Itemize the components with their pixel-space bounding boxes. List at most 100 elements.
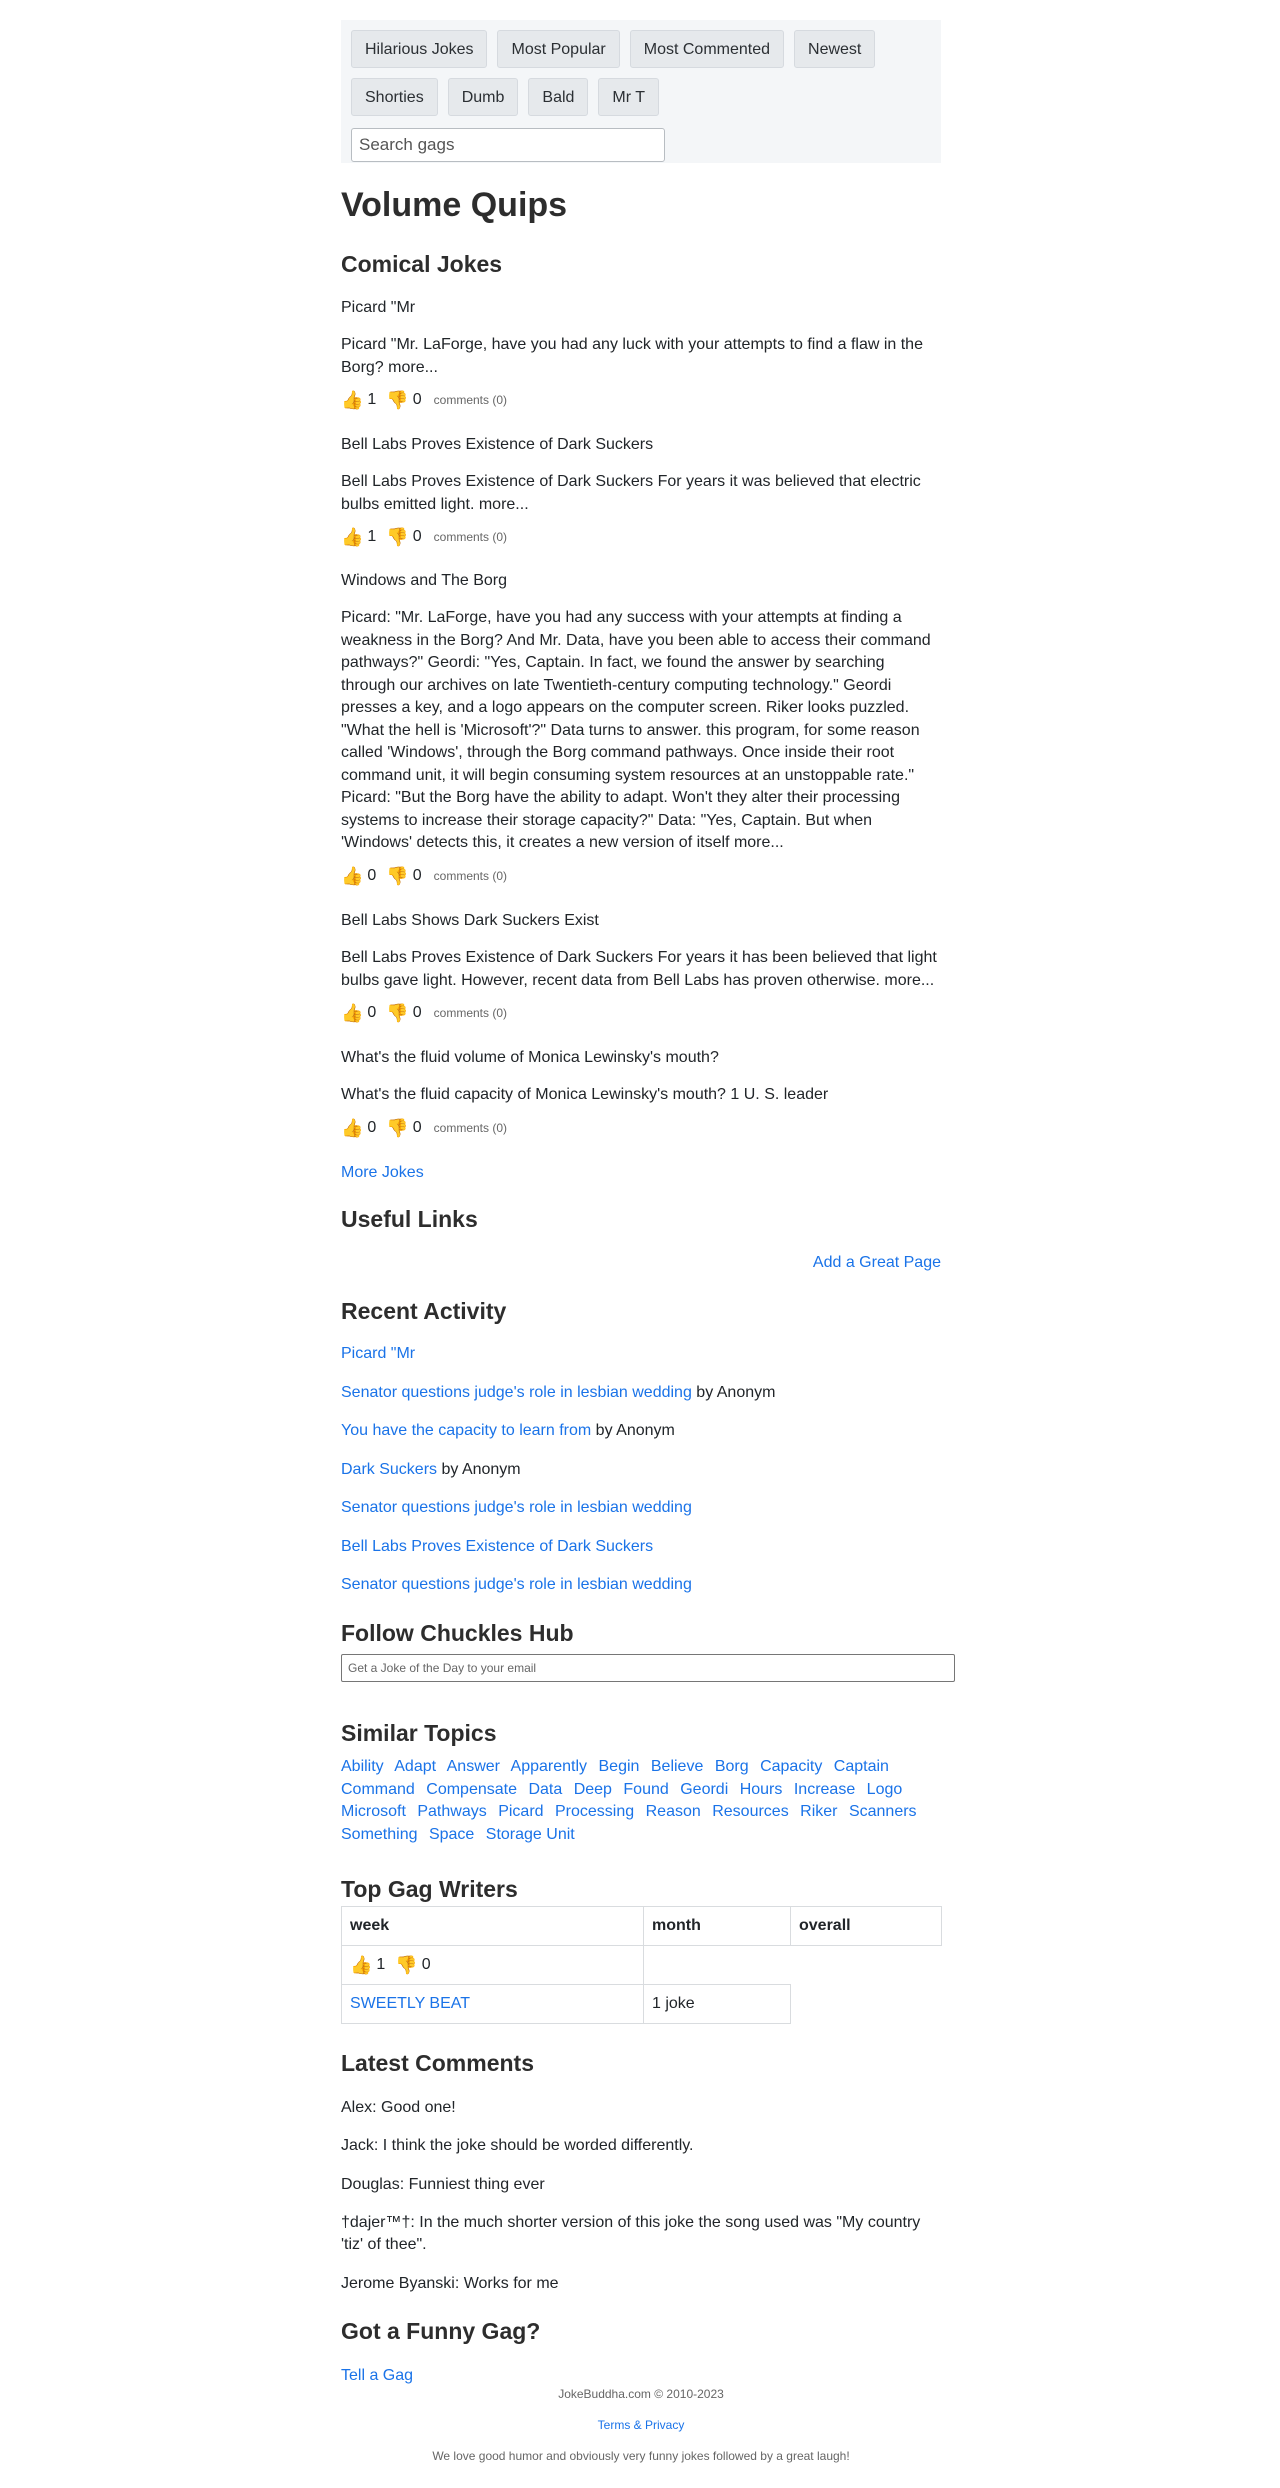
activity-link[interactable]: Dark Suckers: [341, 1461, 437, 1478]
latest-comments-heading: Latest Comments: [341, 2050, 534, 2076]
thumbs-down-icon[interactable]: 👎: [386, 390, 408, 411]
comments-link[interactable]: comments (0): [434, 869, 507, 883]
thumbs-down-icon[interactable]: 👎: [395, 1955, 417, 1976]
activity-link[interactable]: Senator questions judge's role in lesbia…: [341, 1576, 692, 1593]
email-subscribe-input[interactable]: [341, 1654, 955, 1682]
nav-button-newest[interactable]: Newest: [794, 30, 876, 68]
topic-link[interactable]: Space: [429, 1826, 474, 1843]
topic-link[interactable]: Resources: [712, 1803, 788, 1820]
upvote-count: 1: [367, 391, 377, 408]
thumbs-down-icon[interactable]: 👎: [386, 527, 408, 548]
topic-link[interactable]: Captain: [834, 1758, 889, 1775]
activity-link[interactable]: Senator questions judge's role in lesbia…: [341, 1499, 692, 1516]
topic-link[interactable]: Found: [623, 1781, 668, 1798]
topic-link[interactable]: Hours: [740, 1781, 783, 1798]
activity-link[interactable]: Bell Labs Proves Existence of Dark Sucke…: [341, 1538, 653, 1555]
topic-link[interactable]: Command: [341, 1781, 415, 1798]
nav-button-bald[interactable]: Bald: [528, 78, 589, 116]
downvote-count: 0: [412, 528, 422, 545]
follow-heading: Follow Chuckles Hub: [341, 1620, 574, 1646]
thumbs-down-icon[interactable]: 👎: [386, 1118, 408, 1139]
thumbs-up-icon[interactable]: 👍: [341, 390, 363, 411]
topic-link[interactable]: Scanners: [849, 1803, 917, 1820]
tell-gag-link[interactable]: Tell a Gag: [341, 2365, 413, 2387]
downvote-count: 0: [412, 391, 422, 408]
joke-body: Picard: "Mr. LaForge, have you had any s…: [341, 609, 931, 851]
topic-link[interactable]: Adapt: [394, 1758, 436, 1775]
thumbs-up-icon[interactable]: 👍: [341, 527, 363, 548]
thumbs-down-icon[interactable]: 👎: [386, 1003, 408, 1024]
nav-buttons: Hilarious Jokes Most Popular Most Commen…: [351, 30, 929, 116]
thumbs-down-icon[interactable]: 👎: [386, 866, 408, 887]
topic-link[interactable]: Something: [341, 1826, 418, 1843]
topic-link[interactable]: Microsoft: [341, 1803, 406, 1820]
joke-votes: 👍 0 👎 0 comments (0): [341, 1116, 507, 1140]
topic-link[interactable]: Riker: [800, 1803, 837, 1820]
thumbs-up-icon[interactable]: 👍: [341, 866, 363, 887]
nav-button-most-commented[interactable]: Most Commented: [629, 30, 785, 68]
topic-link[interactable]: Compensate: [426, 1781, 517, 1798]
more-jokes-link[interactable]: More Jokes: [341, 1162, 424, 1184]
activity-link[interactable]: Senator questions judge's role in lesbia…: [341, 1384, 692, 1401]
footer-terms-row: Terms & Privacy: [341, 2418, 941, 2432]
comment-item: Douglas: Funniest thing ever: [341, 2176, 545, 2193]
writer-link[interactable]: SWEETLY BEAT: [350, 1995, 470, 2012]
activity-item: Dark Suckers by Anonym: [341, 1459, 521, 1481]
similar-topics-heading: Similar Topics: [341, 1720, 497, 1746]
nav-button-dumb[interactable]: Dumb: [447, 78, 519, 116]
nav-button-mr-t[interactable]: Mr T: [598, 78, 660, 116]
topic-link[interactable]: Picard: [498, 1803, 543, 1820]
comments-link[interactable]: comments (0): [434, 1006, 507, 1020]
useful-links-row: Add a Great Page: [341, 1252, 941, 1274]
comments-link[interactable]: comments (0): [434, 393, 507, 407]
joke-title: Windows and The Borg: [341, 572, 508, 589]
comment-item: Jack: I think the joke should be worded …: [341, 2137, 694, 2154]
topic-link[interactable]: Deep: [574, 1781, 612, 1798]
upvote-count: 0: [367, 1119, 377, 1136]
joke-title: Bell Labs Proves Existence of Dark Sucke…: [341, 436, 654, 453]
topic-link[interactable]: Pathways: [417, 1803, 486, 1820]
thumbs-up-icon[interactable]: 👍: [341, 1118, 363, 1139]
topic-link[interactable]: Logo: [867, 1781, 903, 1798]
header-week: week: [341, 1906, 644, 1946]
terms-link[interactable]: Terms & Privacy: [598, 2418, 685, 2432]
topic-link[interactable]: Ability: [341, 1758, 384, 1775]
upvote-count: 1: [376, 1956, 386, 1973]
topic-link[interactable]: Reason: [646, 1803, 701, 1820]
search-input[interactable]: [351, 128, 665, 162]
useful-links-heading: Useful Links: [341, 1206, 478, 1232]
header-overall: overall: [790, 1906, 942, 1946]
topic-link[interactable]: Increase: [794, 1781, 855, 1798]
topic-link[interactable]: Answer: [447, 1758, 500, 1775]
thumbs-up-icon[interactable]: 👍: [350, 1955, 372, 1976]
footer-copyright: JokeBuddha.com © 2010-2023: [558, 2387, 724, 2401]
downvote-count: 0: [421, 1956, 431, 1973]
topic-link[interactable]: Apparently: [511, 1758, 588, 1775]
activity-link[interactable]: You have the capacity to learn from: [341, 1422, 591, 1439]
jokes-heading: Comical Jokes: [341, 251, 503, 277]
joke-body: Bell Labs Proves Existence of Dark Sucke…: [341, 473, 921, 513]
topic-link[interactable]: Borg: [715, 1758, 749, 1775]
topic-link[interactable]: Data: [528, 1781, 562, 1798]
thumbs-up-icon[interactable]: 👍: [341, 1003, 363, 1024]
add-page-link[interactable]: Add a Great Page: [813, 1254, 941, 1271]
activity-link[interactable]: Picard "Mr: [341, 1345, 415, 1362]
topic-link[interactable]: Begin: [599, 1758, 640, 1775]
downvote-count: 0: [412, 867, 422, 884]
recent-activity-heading: Recent Activity: [341, 1298, 507, 1324]
topic-link[interactable]: Storage Unit: [486, 1826, 575, 1843]
header-month: month: [643, 1906, 791, 1946]
topic-link[interactable]: Believe: [651, 1758, 703, 1775]
nav-button-hilarious[interactable]: Hilarious Jokes: [351, 30, 488, 68]
downvote-count: 0: [412, 1004, 422, 1021]
activity-item: Senator questions judge's role in lesbia…: [341, 1574, 692, 1596]
comments-link[interactable]: comments (0): [434, 530, 507, 544]
topic-link[interactable]: Geordi: [680, 1781, 728, 1798]
nav-button-shorties[interactable]: Shorties: [351, 78, 438, 116]
topic-link[interactable]: Processing: [555, 1803, 634, 1820]
topic-link[interactable]: Capacity: [760, 1758, 822, 1775]
activity-author: by Anonym: [437, 1461, 521, 1478]
comments-link[interactable]: comments (0): [434, 1121, 507, 1135]
nav-button-most-popular[interactable]: Most Popular: [497, 30, 620, 68]
comment-item: Alex: Good one!: [341, 2099, 456, 2116]
